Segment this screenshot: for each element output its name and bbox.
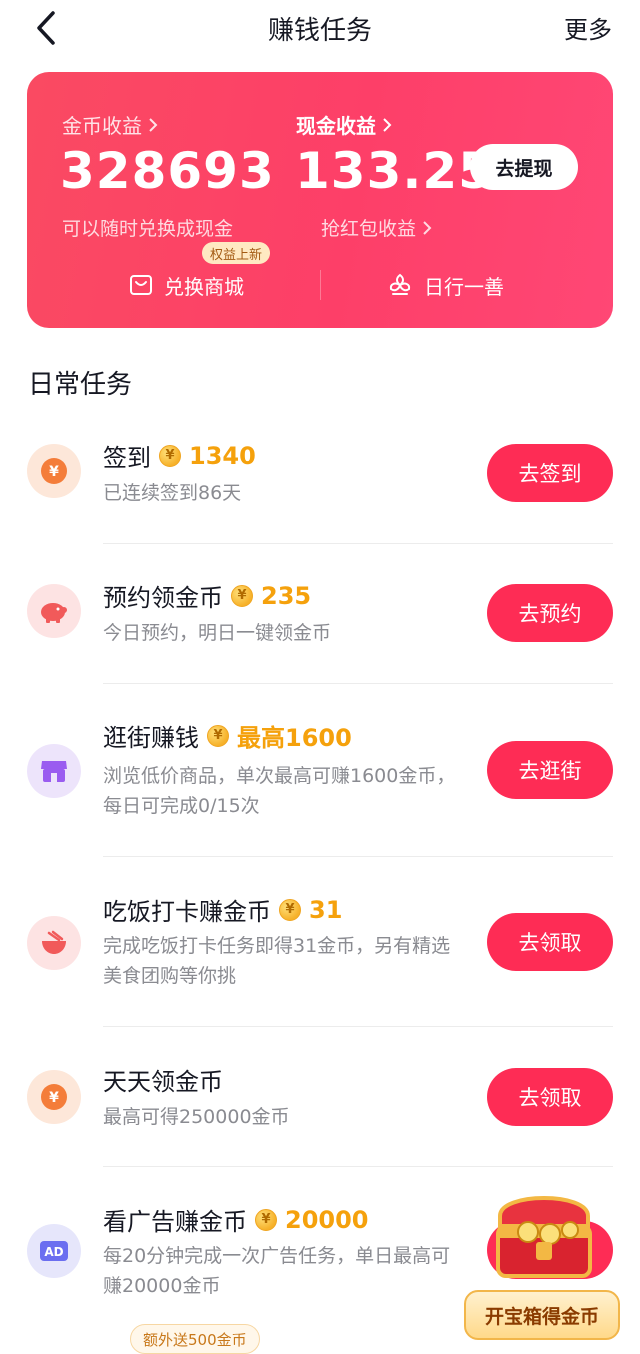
- extra-bonus-badge: 额外送500金币: [130, 1324, 260, 1354]
- task-name: 看广告赚金币: [103, 1208, 247, 1236]
- task-name: 签到: [103, 444, 151, 472]
- task-name: 预约领金币: [103, 584, 223, 612]
- top-bar: 赚钱任务 更多: [0, 0, 640, 56]
- page-title: 赚钱任务: [267, 16, 372, 46]
- task-title: 逛街赚钱 ¥ 最高1600: [103, 718, 352, 753]
- earnings-card: 金币收益 328693 可以随时兑换成现金 现金收益 133.25 去提现 抢红…: [27, 72, 613, 328]
- task-reward: 235: [261, 581, 312, 610]
- treasure-chest-icon: [496, 1196, 592, 1278]
- task-description: 完成吃饭打卡任务即得31金币，另有精选美食团购等你挑: [103, 935, 451, 987]
- task-description: 每20分钟完成一次广告任务，单日最高可赚20000金币: [103, 1245, 451, 1297]
- card-divider: [320, 270, 321, 300]
- task-reward: 1340: [189, 441, 256, 470]
- coin-icon: ¥: [279, 898, 301, 921]
- coin-icon: ¥: [255, 1208, 277, 1231]
- task-description: 已连续签到86天: [103, 482, 242, 504]
- coin-icon: ¥: [207, 724, 229, 747]
- task-title: 签到 ¥ 1340: [103, 438, 256, 473]
- chevron-right-icon: [383, 117, 392, 132]
- row-divider: [103, 856, 613, 857]
- task-title: 预约领金币 ¥ 235: [103, 578, 311, 613]
- svg-text:¥: ¥: [49, 1090, 59, 1106]
- new-benefits-badge: 权益上新: [202, 242, 271, 264]
- task-name: 吃饭打卡赚金币: [103, 898, 271, 926]
- flower-icon: [389, 273, 411, 295]
- red-packet-earnings-label: 抢红包收益: [321, 218, 417, 240]
- yen-coin-icon: ¥: [27, 444, 81, 498]
- task-title: 看广告赚金币 ¥ 20000: [103, 1202, 369, 1237]
- coin-earnings-link[interactable]: 金币收益: [62, 110, 158, 139]
- withdraw-button[interactable]: 去提现: [470, 144, 578, 190]
- ad-icon: AD: [27, 1224, 81, 1278]
- daily-charity-label: 日行一善: [424, 274, 504, 299]
- treasure-chest-label: 开宝箱得金币: [464, 1290, 620, 1340]
- task-description: 今日预约，明日一键领金币: [103, 622, 332, 644]
- coin-icon: ¥: [231, 584, 253, 607]
- checkin-button[interactable]: 去签到: [487, 444, 613, 502]
- piggy-bank-icon: [27, 584, 81, 638]
- daily-tasks-title: 日常任务: [28, 370, 133, 400]
- cash-earnings-value: 133.25: [295, 142, 494, 200]
- shopping-bag-icon: [130, 275, 152, 295]
- row-divider: [103, 1026, 613, 1027]
- treasure-chest-widget[interactable]: 开宝箱得金币: [462, 1172, 622, 1352]
- coin-earnings-label: 金币收益: [62, 114, 142, 138]
- red-packet-earnings-link[interactable]: 抢红包收益: [321, 214, 432, 241]
- row-divider: [103, 683, 613, 684]
- task-title: 天天领金币: [103, 1062, 223, 1097]
- meal-claim-button[interactable]: 去领取: [487, 913, 613, 971]
- exchange-mall-label: 兑换商城: [164, 274, 244, 299]
- chevron-right-icon: [423, 220, 432, 235]
- bowl-icon: [27, 916, 81, 970]
- task-name: 逛街赚钱: [103, 724, 199, 752]
- task-reward: 最高1600: [237, 724, 352, 752]
- cash-earnings-label: 现金收益: [296, 114, 376, 138]
- task-name: 天天领金币: [103, 1068, 223, 1096]
- task-reward: 20000: [285, 1205, 369, 1234]
- task-title: 吃饭打卡赚金币 ¥ 31: [103, 892, 342, 927]
- svg-text:AD: AD: [44, 1245, 63, 1259]
- reserve-button[interactable]: 去预约: [487, 584, 613, 642]
- yen-coin-icon: ¥: [27, 1070, 81, 1124]
- daily-charity-link[interactable]: 日行一善: [386, 270, 504, 300]
- coin-exchange-hint: 可以随时兑换成现金: [62, 218, 234, 240]
- go-shopping-button[interactable]: 去逛街: [487, 741, 613, 799]
- task-description: 浏览低价商品，单次最高可赚1600金币，每日可完成0/15次: [103, 765, 456, 817]
- task-reward: 31: [309, 895, 343, 924]
- daily-claim-button[interactable]: 去领取: [487, 1068, 613, 1126]
- coin-icon: ¥: [159, 444, 181, 467]
- more-button[interactable]: 更多: [564, 10, 612, 45]
- chevron-right-icon: [149, 117, 158, 132]
- exchange-mall-link[interactable]: 兑换商城: [128, 270, 244, 300]
- row-divider: [103, 1166, 613, 1167]
- shop-icon: [27, 744, 81, 798]
- svg-text:¥: ¥: [49, 464, 59, 480]
- cash-earnings-link[interactable]: 现金收益: [296, 110, 392, 139]
- task-description: 最高可得250000金币: [103, 1106, 290, 1128]
- row-divider: [103, 543, 613, 544]
- coin-earnings-value: 328693: [60, 142, 275, 200]
